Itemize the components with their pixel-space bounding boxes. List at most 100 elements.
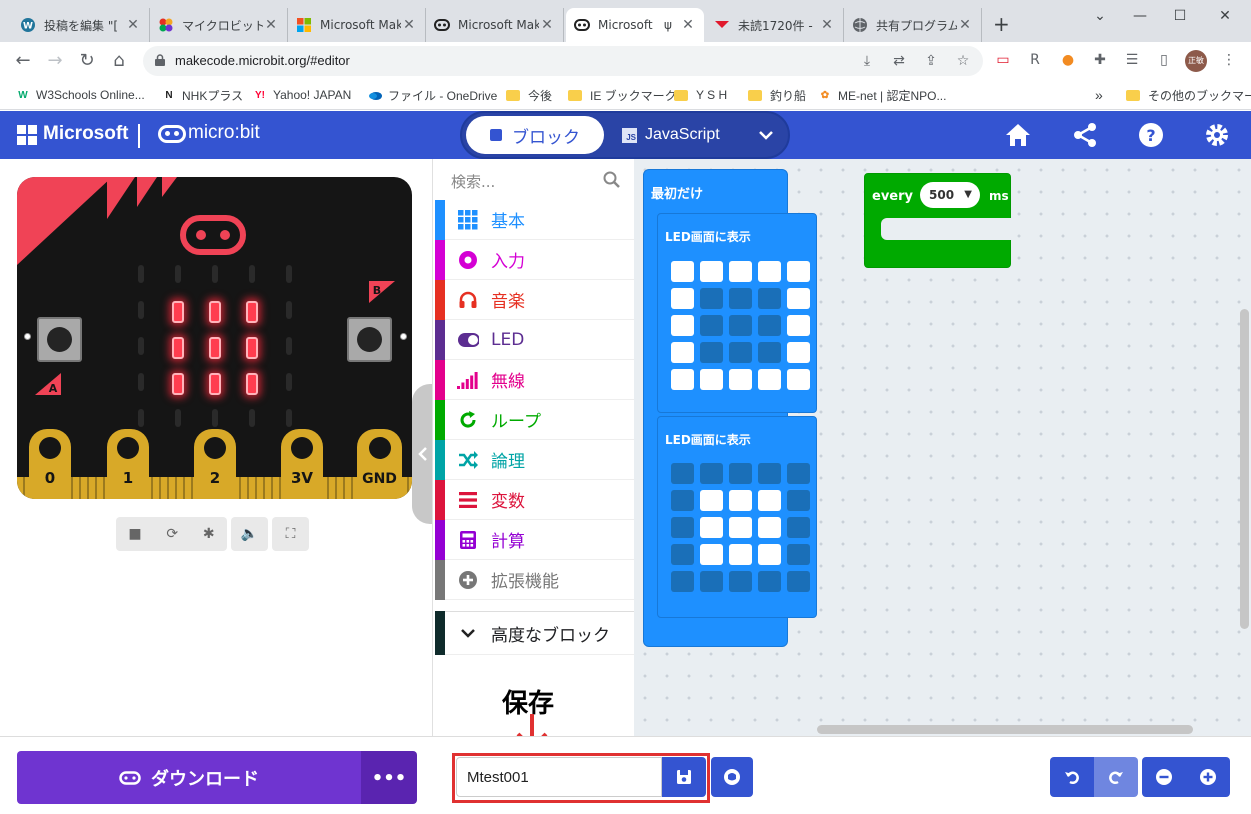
show-leds-block-2[interactable]: LED画面に表示 [657, 416, 817, 618]
browser-tab-5-active[interactable]: Microsoft ψ ✕ [566, 8, 704, 42]
category-item[interactable]: 入力 [435, 239, 635, 280]
blocks-workspace[interactable]: 最初だけ LED画面に表示 LED画面に表示 every 500 ▼ ms [634, 159, 1251, 736]
led-cell[interactable] [700, 288, 723, 309]
github-button[interactable] [711, 757, 753, 797]
browser-tab-4[interactable]: Microsoft Mak ✕ [426, 8, 564, 42]
pin-0[interactable]: 0 [29, 429, 71, 499]
close-icon[interactable]: ✕ [957, 17, 973, 33]
close-icon[interactable]: ✕ [539, 17, 555, 33]
led-cell[interactable] [729, 369, 752, 390]
bookmark-folder-fishing[interactable]: 釣り船 [748, 86, 806, 104]
led-cell[interactable] [729, 261, 752, 282]
led-cell[interactable] [671, 490, 694, 511]
browser-tab-2[interactable]: マイクロビット (m ✕ [150, 8, 288, 42]
restart-icon[interactable]: ⟳ [166, 526, 178, 542]
led-cell[interactable] [787, 463, 810, 484]
led-cell[interactable] [729, 544, 752, 565]
browser-tab-1[interactable]: W 投稿を編集 "[ ✕ [12, 8, 150, 42]
led-cell[interactable] [671, 517, 694, 538]
show-leds-block-1[interactable]: LED画面に表示 [657, 213, 817, 413]
bookmark-nhk[interactable]: N NHKプラス [162, 86, 243, 104]
led-cell[interactable] [729, 517, 752, 538]
horizontal-scrollbar[interactable] [817, 725, 1193, 734]
category-item[interactable]: 計算 [435, 519, 635, 560]
bookmark-folder-kongo[interactable]: 今後 [506, 86, 552, 104]
led-cell[interactable] [671, 261, 694, 282]
led-cell[interactable] [671, 288, 694, 309]
bookmark-w3schools[interactable]: W W3Schools Online... [16, 86, 144, 104]
led-cell[interactable] [758, 463, 781, 484]
download-button[interactable]: ダウンロード [17, 751, 361, 804]
button-b[interactable] [347, 317, 392, 362]
debug-bug-icon[interactable]: ✱ [203, 526, 215, 542]
led-cell[interactable] [787, 490, 810, 511]
led-editor-grid-2[interactable] [671, 463, 810, 592]
bookmark-folder-ie[interactable]: IE ブックマーク [568, 86, 677, 104]
led-cell[interactable] [758, 342, 781, 363]
led-cell[interactable] [758, 517, 781, 538]
led-cell[interactable] [671, 369, 694, 390]
help-icon[interactable]: ? [1137, 121, 1165, 149]
category-item[interactable]: LED [435, 319, 635, 360]
browser-tab-6[interactable]: 未読1720件 - ✕ [706, 8, 844, 42]
close-icon[interactable]: ✕ [819, 17, 835, 33]
vertical-scrollbar[interactable] [1240, 309, 1249, 629]
search-icon[interactable] [603, 171, 621, 189]
led-cell[interactable] [758, 315, 781, 336]
blocks-tab[interactable]: ブロック [466, 116, 604, 154]
bookmark-yahoo[interactable]: Y! Yahoo! JAPAN [253, 86, 351, 104]
url-text[interactable]: makecode.microbit.org/#editor [175, 53, 350, 68]
zoom-out-button[interactable] [1142, 757, 1186, 797]
home-icon[interactable] [1004, 121, 1032, 149]
led-cell[interactable] [671, 463, 694, 484]
simulator-collapse-handle[interactable] [412, 384, 434, 524]
led-cell[interactable] [700, 463, 723, 484]
led-cell[interactable] [787, 315, 810, 336]
pin-2[interactable]: 2 [194, 429, 236, 499]
minimize-button[interactable]: — [1120, 4, 1160, 28]
led-cell[interactable] [729, 342, 752, 363]
new-tab-button[interactable]: + [993, 12, 1010, 36]
led-cell[interactable] [700, 315, 723, 336]
bookmark-onedrive[interactable]: ファイル - OneDrive [368, 86, 497, 104]
led-cell[interactable] [729, 288, 752, 309]
reload-button[interactable]: ↻ [73, 48, 101, 74]
led-cell[interactable] [671, 315, 694, 336]
led-cell[interactable] [700, 490, 723, 511]
category-advanced[interactable]: 高度なブロック [435, 611, 635, 655]
category-item[interactable]: 論理 [435, 439, 635, 480]
led-cell[interactable] [758, 261, 781, 282]
maximize-button[interactable]: ☐ [1160, 4, 1200, 28]
led-cell[interactable] [758, 544, 781, 565]
category-item[interactable]: 基本 [435, 199, 635, 240]
avatar[interactable]: 正敏 [1185, 50, 1207, 72]
redo-button[interactable] [1094, 757, 1138, 797]
button-a[interactable] [37, 317, 82, 362]
led-cell[interactable] [787, 544, 810, 565]
forward-button[interactable]: → [41, 48, 69, 74]
led-cell[interactable] [787, 369, 810, 390]
share-icon[interactable] [1071, 121, 1099, 149]
led-cell[interactable] [671, 571, 694, 592]
led-cell[interactable] [729, 463, 752, 484]
interval-dropdown[interactable]: 500 ▼ [920, 182, 980, 208]
browser-tab-7[interactable]: 共有プログラム( ✕ [844, 8, 982, 42]
extension-avast-icon[interactable]: ● [1058, 50, 1078, 70]
extensions-puzzle-icon[interactable]: ✚ [1090, 50, 1110, 70]
toolbox-search-input[interactable]: 検索... [451, 171, 495, 192]
bookmarks-overflow[interactable]: » [1095, 86, 1103, 104]
fullscreen-icon[interactable]: ⛶ [272, 517, 309, 551]
side-panel-icon[interactable]: ▯ [1154, 50, 1174, 70]
led-cell[interactable] [700, 261, 723, 282]
chevron-down-icon[interactable]: ⌄ [1080, 4, 1120, 28]
led-cell[interactable] [700, 517, 723, 538]
back-button[interactable]: ← [9, 48, 37, 74]
extension-mail-icon[interactable]: ▭ [993, 50, 1013, 70]
led-cell[interactable] [700, 544, 723, 565]
led-cell[interactable] [787, 571, 810, 592]
pin-3v[interactable]: 3V [281, 429, 323, 499]
led-cell[interactable] [700, 571, 723, 592]
star-icon[interactable]: ☆ [953, 51, 973, 71]
reading-list-icon[interactable]: ☰ [1122, 50, 1142, 70]
led-cell[interactable] [787, 261, 810, 282]
